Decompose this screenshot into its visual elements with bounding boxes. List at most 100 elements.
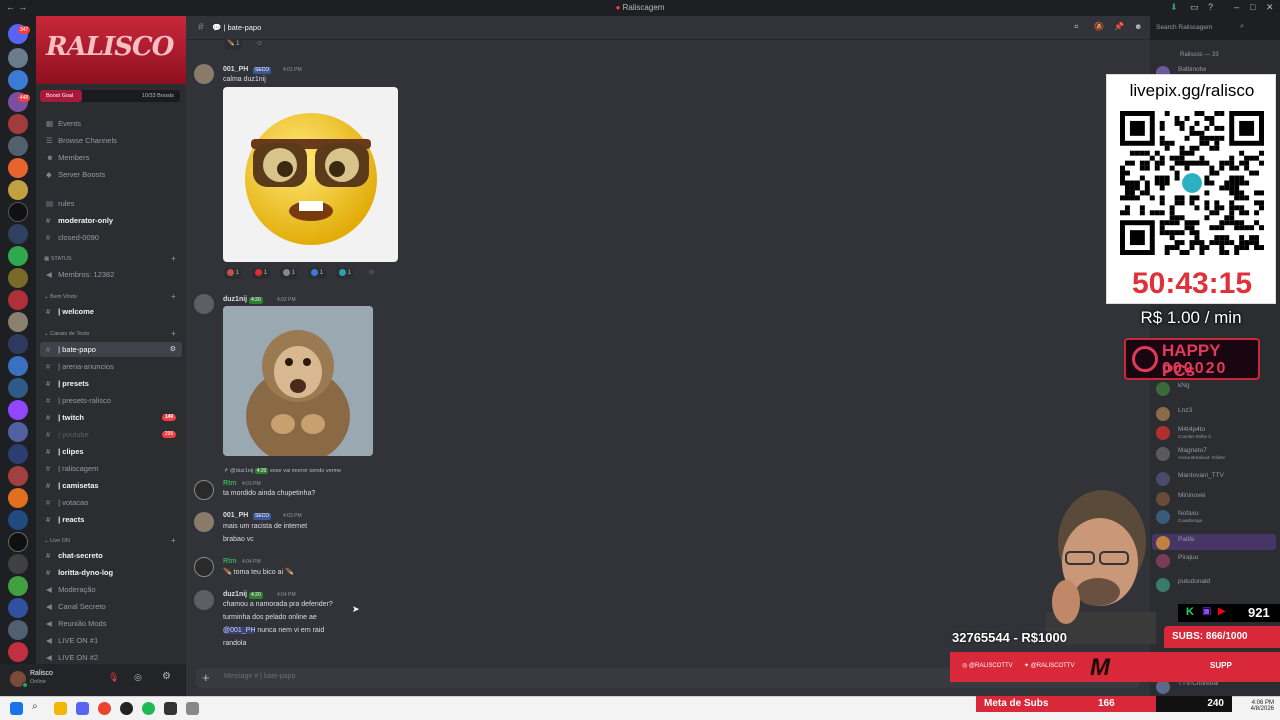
reply-reference[interactable]: ↱ @duz1nij 4:20 esse vai morrer sendo ve…: [224, 468, 341, 475]
server-icon[interactable]: [8, 642, 28, 662]
channel-welcome[interactable]: # | welcome: [40, 304, 182, 319]
chrome-icon[interactable]: [98, 702, 111, 715]
server-icon[interactable]: [8, 224, 28, 244]
avatar[interactable]: [194, 512, 214, 532]
channel-item[interactable]: # loritta-dyno-log: [40, 565, 182, 580]
server-icon[interactable]: [8, 576, 28, 596]
nerd-emoji-image[interactable]: [223, 87, 398, 262]
channel-item[interactable]: # | youtube 299: [40, 427, 182, 442]
channel-item[interactable]: ◀ LIVE ON #2: [40, 650, 182, 665]
member-item[interactable]: putudonald: [1156, 576, 1276, 594]
server-icon[interactable]: [8, 246, 28, 266]
channel-item[interactable]: # chat-secreto: [40, 548, 182, 563]
avatar[interactable]: [194, 294, 214, 314]
category-status[interactable]: ▦ STATUS: [44, 256, 72, 262]
reaction[interactable]: 🪶 1: [224, 39, 243, 50]
close-icon[interactable]: ✕: [1266, 2, 1274, 13]
threads-icon[interactable]: ⌗: [1074, 22, 1079, 32]
channel-item[interactable]: ◀ Canal Secreto: [40, 599, 182, 614]
member-item[interactable]: Lnz3: [1156, 405, 1276, 423]
avatar[interactable]: [194, 64, 214, 84]
channel-item[interactable]: # | presets-ralisco: [40, 393, 182, 408]
twitch-server-icon[interactable]: [8, 400, 28, 420]
member-item[interactable]: Magneto7 Arena Breakout: Infinite: [1156, 445, 1276, 463]
member-list-icon[interactable]: ☻: [1134, 22, 1142, 31]
server-icon[interactable]: [8, 290, 28, 310]
channel-item[interactable]: # | votacao: [40, 495, 182, 510]
add-channel-icon[interactable]: +: [171, 329, 176, 338]
member-item[interactable]: Pirajuu: [1156, 552, 1276, 570]
channel-item[interactable]: # | arena-anuncios: [40, 359, 182, 374]
add-reaction-icon[interactable]: ☺: [256, 40, 263, 47]
channel-item[interactable]: ◀ Moderação: [40, 582, 182, 597]
server-icon[interactable]: [8, 466, 28, 486]
channel-item[interactable]: # | presets: [40, 376, 182, 391]
channel-membros[interactable]: ◀ Membros: 12382: [40, 267, 182, 282]
terminal-icon[interactable]: [164, 702, 177, 715]
server-icon[interactable]: [8, 422, 28, 442]
member-item[interactable]: kNg: [1156, 380, 1276, 398]
channel-item[interactable]: ◀ Reunião Mods: [40, 616, 182, 631]
server-icon[interactable]: [8, 598, 28, 618]
channel-item[interactable]: ◀ LIVE ON #1: [40, 633, 182, 648]
message-author[interactable]: duz1nij: [223, 296, 247, 303]
help-icon[interactable]: ?: [1208, 2, 1213, 12]
channel-item[interactable]: # | clipes: [40, 444, 182, 459]
server-icon[interactable]: [8, 136, 28, 156]
member-item[interactable]: M4t4p4to Counter-Strike 2: [1156, 424, 1276, 442]
server-icon[interactable]: [8, 312, 28, 332]
message-author[interactable]: Rtm: [223, 558, 237, 565]
server-icon[interactable]: [8, 356, 28, 376]
message-author[interactable]: 001_PH: [223, 512, 248, 519]
server-icon[interactable]: [8, 488, 28, 508]
member-item[interactable]: Mantovani_TTV: [1156, 470, 1276, 488]
message-author[interactable]: Rtm: [223, 480, 237, 487]
update-icon[interactable]: ⬇: [1170, 2, 1178, 13]
channel-item[interactable]: # | twitch 149: [40, 410, 182, 425]
search-icon[interactable]: ⌕: [32, 701, 45, 714]
discord-icon[interactable]: [76, 702, 89, 715]
reaction[interactable]: 1: [336, 268, 355, 279]
reaction[interactable]: 1: [252, 268, 271, 279]
server-icon[interactable]: [8, 180, 28, 200]
channel-moderator-only[interactable]: # moderator-only: [40, 213, 182, 228]
channel-item[interactable]: # | camisetas: [40, 478, 182, 493]
nav-events[interactable]: ▦ Events: [40, 116, 182, 131]
server-icon[interactable]: [8, 334, 28, 354]
channel-settings-icon[interactable]: ⚙: [170, 342, 176, 357]
member-item[interactable]: Nofaxu Cuwabunga: [1156, 508, 1276, 526]
add-attachment-icon[interactable]: +: [202, 670, 210, 685]
channel-closed[interactable]: # closed-0090: [40, 230, 182, 245]
nav-browse-channels[interactable]: ☰ Browse Channels: [40, 133, 182, 148]
search-input[interactable]: Search Raliscagem: [1152, 22, 1252, 34]
message-author[interactable]: 001_PH: [223, 66, 248, 73]
pin-icon[interactable]: 📌: [1114, 22, 1124, 31]
channel-item[interactable]: # | reacts: [40, 512, 182, 527]
add-channel-icon[interactable]: +: [171, 254, 176, 263]
server-icon[interactable]: [8, 378, 28, 398]
avatar[interactable]: [194, 590, 214, 610]
reaction[interactable]: 1: [280, 268, 299, 279]
server-icon[interactable]: [8, 620, 28, 640]
avatar[interactable]: [194, 480, 214, 500]
avatar[interactable]: [194, 557, 214, 577]
category-live[interactable]: ⌄ Live ON: [44, 538, 70, 544]
app-icon[interactable]: [186, 702, 199, 715]
server-icon[interactable]: [8, 158, 28, 178]
minimize-icon[interactable]: –: [1234, 2, 1239, 12]
server-icon[interactable]: [8, 444, 28, 464]
server-icon[interactable]: [8, 70, 28, 90]
maximize-icon[interactable]: □: [1250, 2, 1255, 12]
add-channel-icon[interactable]: +: [171, 536, 176, 545]
server-icon[interactable]: [8, 202, 28, 222]
boost-goal-bar[interactable]: Boost Goal 10/33 Boosts: [40, 90, 180, 102]
add-reaction-icon[interactable]: ☺: [368, 269, 375, 276]
server-icon[interactable]: [8, 268, 28, 288]
member-item[interactable]: Patife: [1156, 534, 1276, 552]
nav-server-boosts[interactable]: ◆ Server Boosts: [40, 167, 182, 182]
settings-gear-icon[interactable]: ⚙: [162, 671, 171, 682]
channel-rules[interactable]: ▤ rules: [40, 196, 182, 211]
channel-item[interactable]: # | raliscagem: [40, 461, 182, 476]
server-icon[interactable]: [8, 510, 28, 530]
channel-item[interactable]: # | bate-papo ⚙: [40, 342, 182, 357]
